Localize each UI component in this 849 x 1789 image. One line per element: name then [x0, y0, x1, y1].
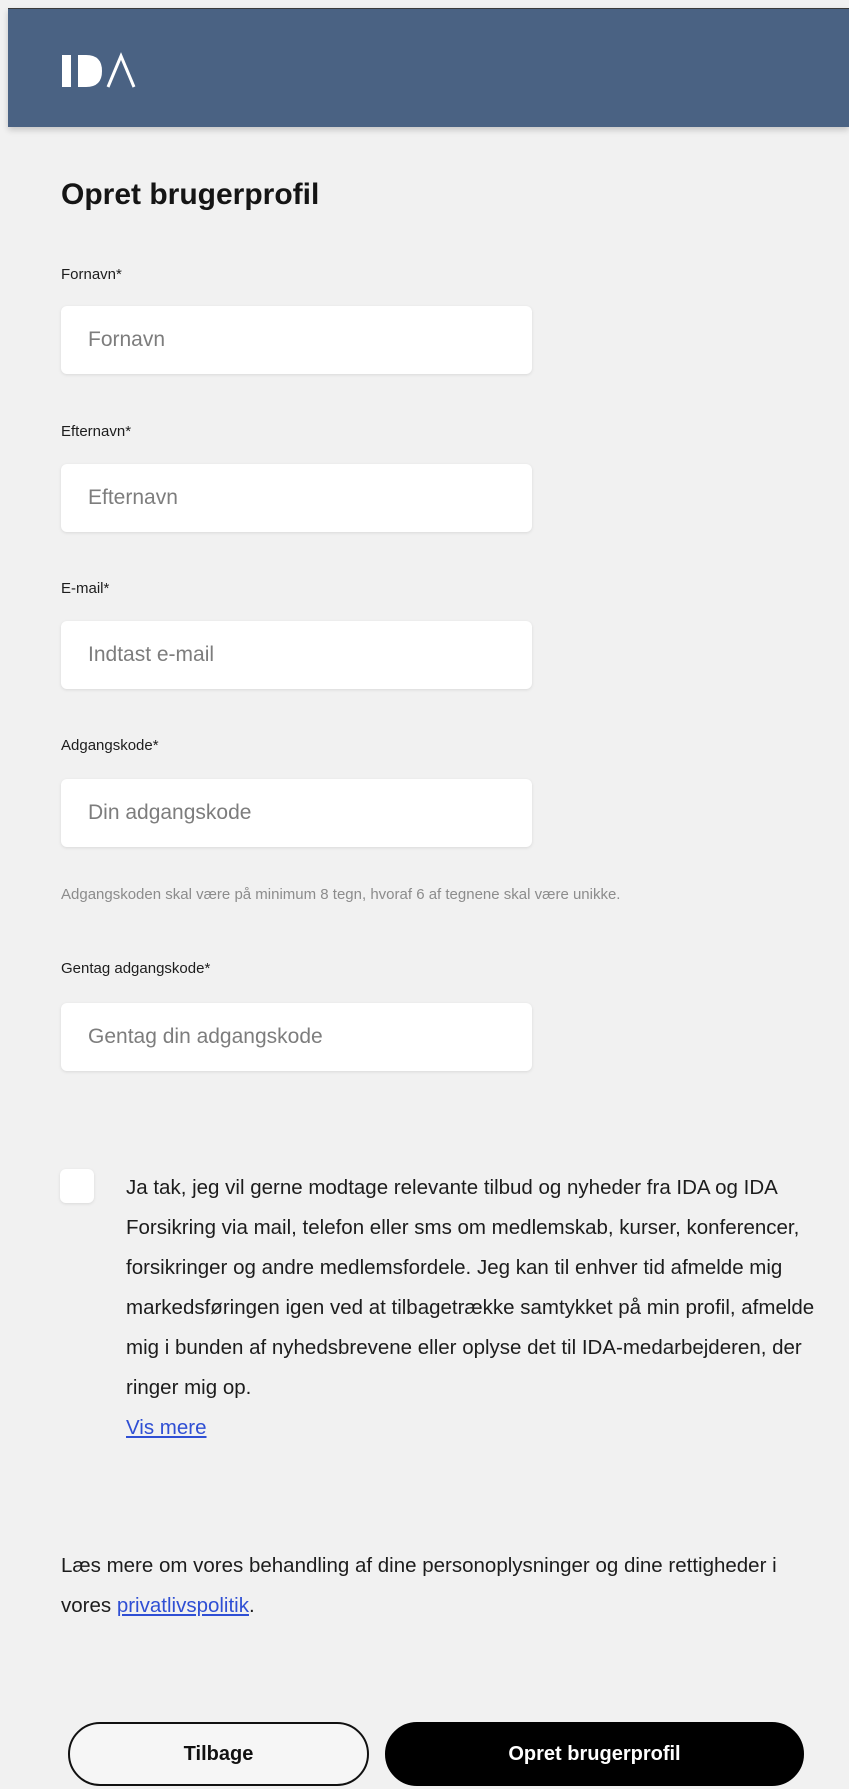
top-bar — [8, 8, 849, 127]
first-name-label: Fornavn* — [61, 266, 122, 283]
privacy-text-end: . — [248, 1594, 255, 1617]
password-label: Adgangskode* — [61, 737, 159, 754]
back-button[interactable]: Tilbage — [68, 1722, 369, 1786]
show-more-link[interactable]: Vis mere — [126, 1416, 207, 1439]
privacy-policy-link[interactable]: privatlivspolitik — [117, 1594, 249, 1617]
password-input[interactable] — [61, 779, 532, 847]
last-name-input[interactable] — [61, 464, 532, 532]
create-profile-button[interactable]: Opret brugerprofil — [385, 1722, 804, 1786]
password-hint: Adgangskoden skal være på minimum 8 tegn… — [61, 886, 621, 903]
repeat-password-label: Gentag adgangskode* — [61, 960, 211, 977]
first-name-input[interactable] — [61, 306, 532, 374]
email-label: E-mail* — [61, 580, 110, 597]
last-name-label: Efternavn* — [61, 423, 132, 440]
repeat-password-input[interactable] — [61, 1003, 532, 1071]
page-title: Opret brugerprofil — [61, 178, 320, 211]
privacy-notice: Læs mere om vores behandling af dine per… — [61, 1546, 801, 1626]
marketing-consent-text: Ja tak, jeg vil gerne modtage relevante … — [126, 1168, 821, 1448]
marketing-consent-checkbox[interactable] — [60, 1169, 94, 1203]
ida-logo[interactable] — [62, 51, 172, 91]
consent-paragraph: Ja tak, jeg vil gerne modtage relevante … — [126, 1176, 815, 1399]
email-input[interactable] — [61, 621, 532, 689]
